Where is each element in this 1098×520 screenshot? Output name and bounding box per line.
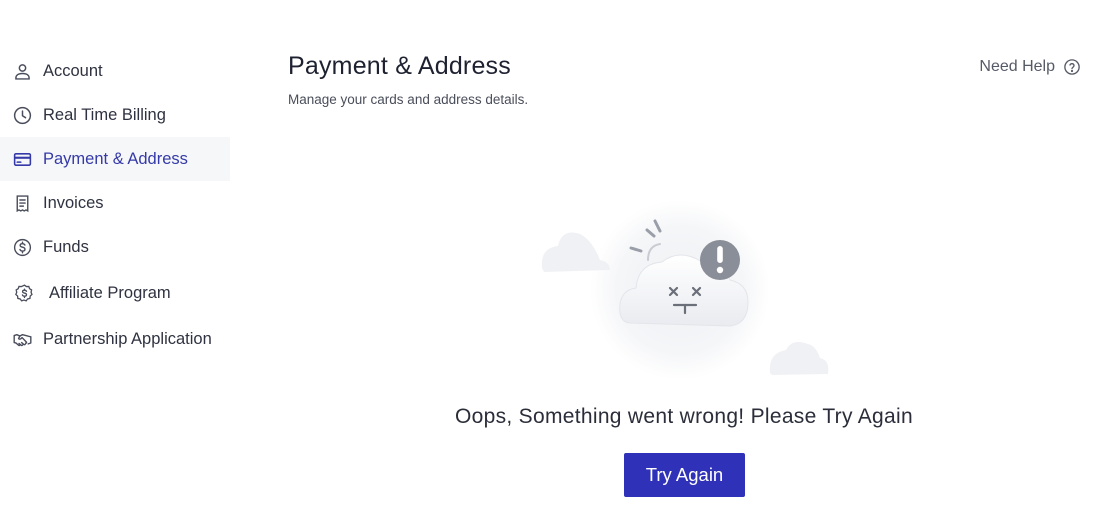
sidebar-item-label: Account	[43, 61, 103, 80]
app-root: Account Real Time Billing Payment & Addr…	[0, 0, 1098, 520]
dollar-circle-icon	[11, 236, 33, 258]
need-help-link[interactable]: Need Help	[979, 58, 1081, 76]
sidebar-item-label: Affiliate Program	[49, 283, 171, 302]
need-help-label: Need Help	[979, 58, 1055, 75]
error-message: Oops, Something went wrong! Please Try A…	[455, 405, 913, 428]
page-title: Payment & Address	[288, 52, 511, 80]
error-cloud-illustration	[530, 198, 840, 390]
user-icon	[11, 60, 33, 82]
sidebar-item-label: Funds	[43, 237, 89, 256]
receipt-icon	[11, 192, 33, 214]
sidebar-item-affiliate-program[interactable]: Affiliate Program	[0, 269, 230, 317]
sidebar: Account Real Time Billing Payment & Addr…	[0, 49, 230, 361]
sidebar-item-invoices[interactable]: Invoices	[0, 181, 230, 225]
sidebar-item-partnership-application[interactable]: Partnership Application	[0, 317, 230, 361]
sidebar-item-funds[interactable]: Funds	[0, 225, 230, 269]
clock-icon	[11, 104, 33, 126]
sidebar-item-account[interactable]: Account	[0, 49, 230, 93]
sidebar-item-label: Invoices	[43, 193, 104, 212]
sidebar-item-real-time-billing[interactable]: Real Time Billing	[0, 93, 230, 137]
page-subtitle: Manage your cards and address details.	[288, 92, 529, 107]
try-again-button[interactable]: Try Again	[624, 453, 745, 497]
credit-card-icon	[11, 148, 33, 170]
sidebar-item-label: Partnership Application	[43, 329, 212, 348]
sidebar-item-payment-address[interactable]: Payment & Address	[0, 137, 230, 181]
question-circle-icon	[1063, 58, 1081, 76]
sidebar-item-label: Payment & Address	[43, 149, 188, 168]
affiliate-badge-icon	[13, 282, 35, 304]
sidebar-item-label: Real Time Billing	[43, 105, 166, 124]
handshake-icon	[11, 328, 33, 350]
